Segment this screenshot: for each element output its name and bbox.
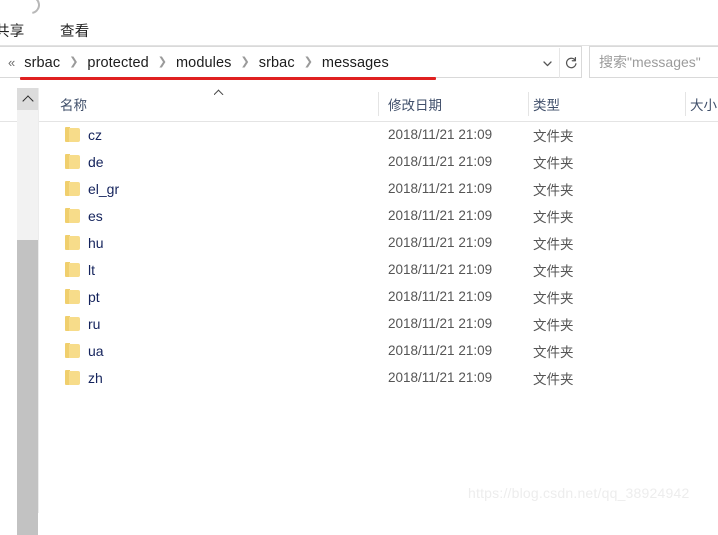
- table-row[interactable]: el_gr 2018/11/21 21:09 文件夹: [39, 175, 718, 202]
- file-date-modified: 2018/11/21 21:09: [388, 316, 493, 331]
- file-list: cz 2018/11/21 21:09 文件夹 de 2018/11/21 21…: [39, 121, 718, 391]
- path-highlight-underline: [20, 77, 436, 80]
- table-row[interactable]: ru 2018/11/21 21:09 文件夹: [39, 310, 718, 337]
- chevron-down-icon: [542, 60, 552, 66]
- file-date-modified: 2018/11/21 21:09: [388, 154, 493, 169]
- address-bar[interactable]: « srbac ❯ protected ❯ modules ❯ srbac ❯ …: [0, 46, 582, 78]
- file-date-modified: 2018/11/21 21:09: [388, 208, 493, 223]
- column-divider[interactable]: [685, 92, 686, 116]
- file-type: 文件夹: [533, 155, 574, 171]
- file-name[interactable]: ru: [88, 310, 100, 337]
- breadcrumb-separator-icon: ❯: [69, 56, 79, 68]
- column-header-name[interactable]: 名称: [60, 88, 87, 120]
- folder-icon: [65, 207, 80, 223]
- file-name[interactable]: de: [88, 148, 104, 175]
- file-name[interactable]: pt: [88, 283, 100, 310]
- table-row[interactable]: pt 2018/11/21 21:09 文件夹: [39, 283, 718, 310]
- file-name[interactable]: lt: [88, 256, 95, 283]
- file-date-modified: 2018/11/21 21:09: [388, 289, 493, 304]
- file-date-modified: 2018/11/21 21:09: [388, 181, 493, 196]
- scrollbar-thumb[interactable]: [17, 240, 38, 535]
- file-type: 文件夹: [533, 317, 574, 333]
- breadcrumb-separator-icon: ❯: [303, 56, 313, 68]
- table-row[interactable]: hu 2018/11/21 21:09 文件夹: [39, 229, 718, 256]
- file-name[interactable]: cz: [88, 121, 102, 148]
- file-name[interactable]: zh: [88, 364, 103, 391]
- folder-icon: [65, 234, 80, 250]
- breadcrumb-item-srbac-root[interactable]: srbac: [22, 55, 62, 71]
- file-date-modified: 2018/11/21 21:09: [388, 343, 493, 358]
- breadcrumb-separator-icon: ❯: [240, 56, 250, 68]
- folder-icon: [65, 288, 80, 304]
- file-name[interactable]: ua: [88, 337, 104, 364]
- ribbon-tab-strip: 共享 查看: [0, 0, 718, 46]
- tab-share[interactable]: 共享: [0, 20, 24, 41]
- refresh-icon: [565, 56, 577, 69]
- table-row[interactable]: zh 2018/11/21 21:09 文件夹: [39, 364, 718, 391]
- file-type: 文件夹: [533, 344, 574, 360]
- file-type: 文件夹: [533, 290, 574, 306]
- file-type: 文件夹: [533, 209, 574, 225]
- table-row[interactable]: lt 2018/11/21 21:09 文件夹: [39, 256, 718, 283]
- column-header-date-modified[interactable]: 修改日期: [388, 88, 442, 120]
- address-dropdown-button[interactable]: [536, 48, 558, 78]
- search-box[interactable]: 搜索"messages": [589, 46, 718, 78]
- file-name[interactable]: hu: [88, 229, 104, 256]
- folder-icon: [65, 261, 80, 277]
- breadcrumb: « srbac ❯ protected ❯ modules ❯ srbac ❯ …: [8, 47, 391, 78]
- breadcrumb-overflow-icon[interactable]: «: [8, 56, 15, 69]
- partial-toolbar-icon: [18, 0, 44, 18]
- breadcrumb-item-messages[interactable]: messages: [320, 55, 391, 71]
- table-row[interactable]: ua 2018/11/21 21:09 文件夹: [39, 337, 718, 364]
- scrollbar-track[interactable]: [17, 110, 38, 535]
- file-type: 文件夹: [533, 182, 574, 198]
- vertical-scrollbar[interactable]: [17, 88, 38, 535]
- breadcrumb-item-srbac[interactable]: srbac: [257, 55, 297, 71]
- breadcrumb-separator-icon: ❯: [157, 56, 167, 68]
- file-type: 文件夹: [533, 371, 574, 387]
- refresh-button[interactable]: [559, 48, 582, 78]
- tab-view[interactable]: 查看: [60, 20, 89, 41]
- file-date-modified: 2018/11/21 21:09: [388, 262, 493, 277]
- file-date-modified: 2018/11/21 21:09: [388, 127, 493, 142]
- file-type: 文件夹: [533, 263, 574, 279]
- folder-icon: [65, 369, 80, 385]
- column-header-row: 名称 修改日期 类型 大小: [0, 88, 718, 122]
- watermark-text: https://blog.csdn.net/qq_38924942: [468, 485, 690, 501]
- column-header-type[interactable]: 类型: [533, 88, 560, 120]
- file-name[interactable]: el_gr: [88, 175, 119, 202]
- column-header-size[interactable]: 大小: [690, 88, 717, 120]
- folder-icon: [65, 180, 80, 196]
- file-date-modified: 2018/11/21 21:09: [388, 235, 493, 250]
- file-date-modified: 2018/11/21 21:09: [388, 370, 493, 385]
- table-row[interactable]: de 2018/11/21 21:09 文件夹: [39, 148, 718, 175]
- folder-icon: [65, 126, 80, 142]
- file-type: 文件夹: [533, 128, 574, 144]
- folder-icon: [65, 342, 80, 358]
- column-divider[interactable]: [528, 92, 529, 116]
- table-row[interactable]: es 2018/11/21 21:09 文件夹: [39, 202, 718, 229]
- file-type: 文件夹: [533, 236, 574, 252]
- scroll-up-arrow-icon[interactable]: [17, 88, 38, 110]
- breadcrumb-item-protected[interactable]: protected: [85, 55, 150, 71]
- breadcrumb-item-modules[interactable]: modules: [174, 55, 234, 71]
- folder-icon: [65, 153, 80, 169]
- file-name[interactable]: es: [88, 202, 103, 229]
- address-bar-row: « srbac ❯ protected ❯ modules ❯ srbac ❯ …: [0, 46, 718, 79]
- sort-ascending-icon: [214, 88, 224, 95]
- table-row[interactable]: cz 2018/11/21 21:09 文件夹: [39, 121, 718, 148]
- search-input[interactable]: 搜索"messages": [590, 52, 701, 72]
- column-divider[interactable]: [378, 92, 379, 116]
- folder-icon: [65, 315, 80, 331]
